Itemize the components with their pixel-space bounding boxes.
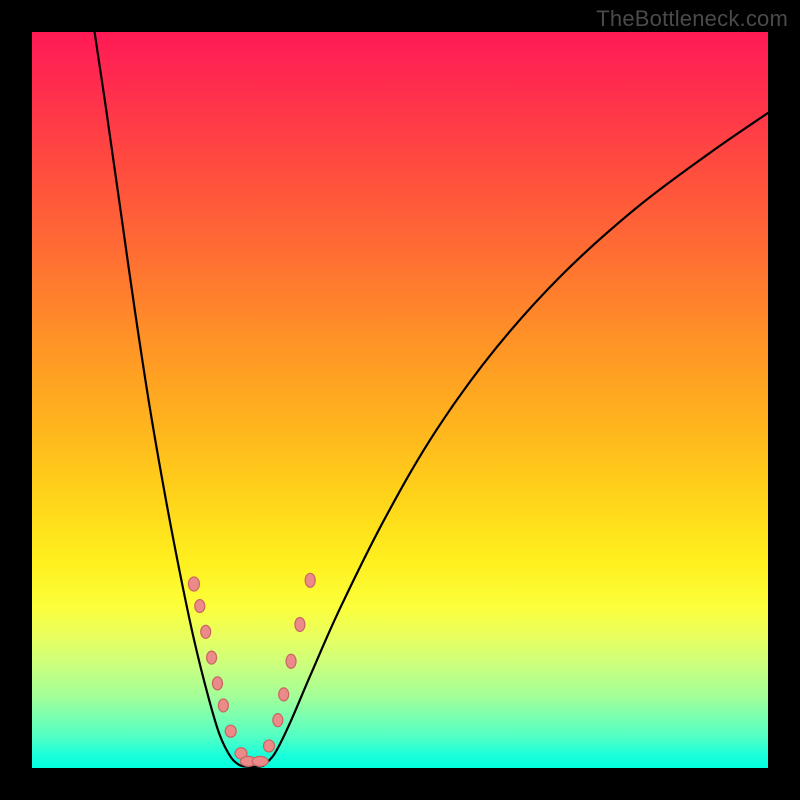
- data-point-marker: [212, 677, 222, 690]
- data-point-marker: [305, 573, 315, 587]
- data-point-marker: [188, 577, 199, 591]
- curve-group: [95, 32, 768, 767]
- data-point-marker: [279, 688, 289, 701]
- outer-black-frame: TheBottleneck.com: [0, 0, 800, 800]
- data-point-marker: [201, 625, 211, 638]
- marker-group: [188, 573, 315, 766]
- data-point-marker: [252, 756, 268, 766]
- data-point-marker: [225, 725, 236, 737]
- data-point-marker: [195, 600, 205, 613]
- data-point-marker: [295, 617, 305, 631]
- data-point-marker: [207, 651, 217, 664]
- plot-area: [32, 32, 768, 768]
- data-point-marker: [263, 740, 274, 752]
- bottleneck-curve: [95, 32, 768, 767]
- bottleneck-curve-svg: [32, 32, 768, 768]
- data-point-marker: [218, 699, 228, 712]
- watermark-text: TheBottleneck.com: [596, 6, 788, 32]
- data-point-marker: [273, 714, 283, 727]
- data-point-marker: [286, 654, 296, 668]
